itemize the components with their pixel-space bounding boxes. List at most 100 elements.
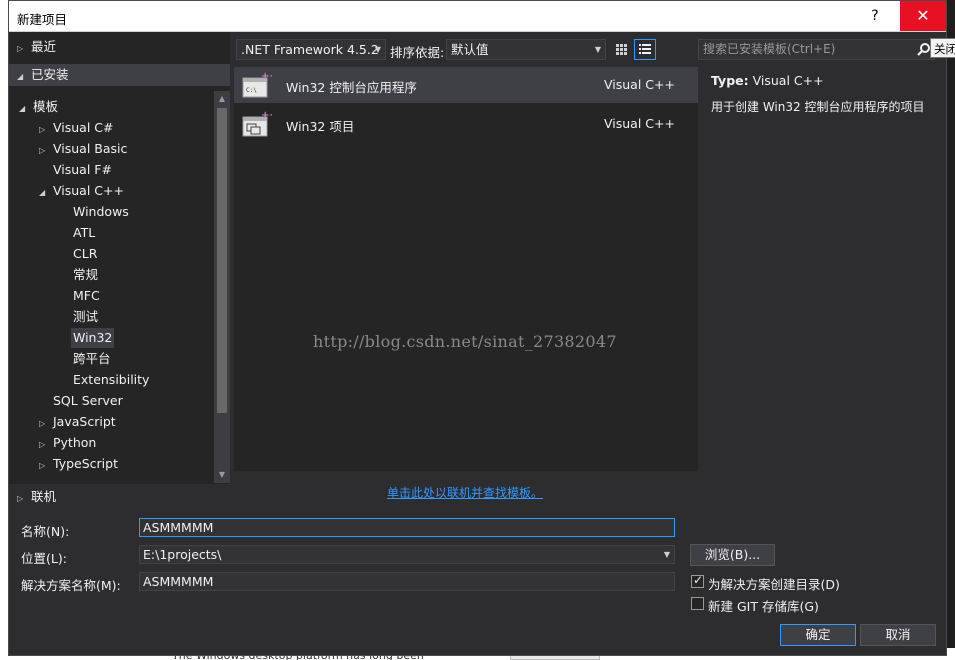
browse-button[interactable]: 浏览(B)... [690,544,775,566]
tree-item-test[interactable]: 测试 [73,307,98,327]
detail-type-label: Type: [711,73,749,88]
tree-item-label: Python [53,435,97,450]
expand-arrow-icon: ▷ [39,146,46,155]
tree-item-cross-platform[interactable]: 跨平台 [73,349,111,369]
expand-arrow-icon: ▷ [39,461,46,470]
svg-text:C:\: C:\ [246,87,257,94]
new-project-dialog: 新建项目 ? ✕ ▷ 最近 ◢ 已安装 ◢ 模板 ▷ Visual C# ▷ Visual… [8,0,947,656]
tree-scrollbar[interactable]: ▲ ▼ [214,91,230,483]
tree-item-label: Visual Basic [53,141,128,156]
template-name: Win32 控制台应用程序 [286,80,417,95]
sort-dropdown[interactable]: 默认值 ▼ [446,39,606,60]
framework-dropdown[interactable]: .NET Framework 4.5.2 ▼ [236,39,386,60]
tree-item-javascript[interactable]: ▷ JavaScript [39,412,116,432]
tree-item-label: Windows [73,204,129,219]
tree-item-label: SQL Server [53,393,123,408]
chevron-down-icon[interactable]: ▼ [664,546,670,563]
ok-button[interactable]: 确定 [780,624,856,646]
tree-item-clr[interactable]: CLR [73,244,97,264]
sort-label: 排序依据: [390,45,445,60]
tree-item-label: Extensibility [73,372,150,387]
tree-item-mfc[interactable]: MFC [73,286,100,306]
tree-section-online[interactable]: ▷ 联机 [9,486,230,508]
category-tree: ▷ 最近 ◢ 已安装 ◢ 模板 ▷ Visual C# ▷ Visual Basic Vi… [9,32,230,484]
solution-name-input[interactable]: ASMMMMM [139,572,675,591]
tree-item-label: MFC [73,288,100,303]
git-repo-label[interactable]: 新建 GIT 存储库(G) [708,596,819,615]
tree-item-label: 跨平台 [73,351,111,366]
checkmark-icon: ✓ [693,573,704,587]
tree-section-label: 已安装 [31,67,69,82]
tree-item-label: 模板 [33,99,59,114]
detail-type: Type: Visual C++ [711,73,824,88]
grid-view-button[interactable] [610,39,632,60]
tree-item-sql-server[interactable]: SQL Server [53,391,123,411]
name-input[interactable]: ASMMMMM [139,518,675,537]
tree-item-typescript[interactable]: ▷ TypeScript [39,454,118,474]
search-input[interactable]: 搜索已安装模板(Ctrl+E) [698,39,935,60]
collapse-arrow-icon: ◢ [39,188,46,197]
tree-item-label: 常规 [73,267,99,282]
tree-item-label: CLR [73,246,98,261]
tree-section-label: 联机 [31,489,57,504]
collapse-arrow-icon: ◢ [17,72,24,81]
detail-type-value: Visual C++ [752,73,824,88]
detail-description: 用于创建 Win32 控制台应用程序的项目 [711,100,925,114]
tree-item-win32[interactable]: Win32 [71,328,115,348]
online-templates-link[interactable]: 单击此处以联机并查找模板。 [387,484,543,501]
chevron-down-icon: ▼ [374,45,381,54]
tree-item-atl[interactable]: ATL [73,223,95,243]
tree-item-label: Win32 [73,330,113,345]
git-repo-checkbox[interactable] [691,597,704,610]
location-combo[interactable]: E:\1projects\ ▼ [139,545,675,564]
solution-name-label: 解决方案名称(M): [21,578,121,593]
svg-text:++: ++ [261,71,272,82]
tree-item-visual-csharp[interactable]: ▷ Visual C# [39,118,114,138]
scrollbar-thumb[interactable] [217,108,227,413]
tree-item-windows[interactable]: Windows [73,202,129,222]
scroll-up-icon[interactable]: ▲ [214,91,230,107]
tree-item-visual-cpp[interactable]: ◢ Visual C++ [39,181,124,201]
close-tooltip: 关闭 [930,38,955,58]
search-icon[interactable] [917,42,931,56]
template-item-console-app[interactable]: C:\ ++ Win32 控制台应用程序 Visual C++ [234,67,698,103]
chevron-down-icon: ▼ [594,45,601,54]
collapse-arrow-icon: ◢ [19,104,26,113]
list-view-button[interactable] [634,39,656,60]
tree-item-extensibility[interactable]: Extensibility [73,370,149,390]
template-language: Visual C++ [604,116,675,131]
svg-text:++: ++ [261,110,272,121]
template-name: Win32 项目 [286,119,355,134]
tree-item-label: JavaScript [53,414,116,429]
grid-view-icon [616,44,627,55]
tree-item-label: Visual C# [53,120,114,135]
name-label: 名称(N): [21,524,70,539]
location-value: E:\1projects\ [143,547,222,562]
create-directory-label[interactable]: 为解决方案创建目录(D) [708,574,840,593]
help-button[interactable]: ? [860,1,890,31]
tree-item-general[interactable]: 常规 [73,265,98,285]
close-button[interactable]: ✕ [900,1,946,31]
expand-arrow-icon: ▷ [39,419,46,428]
tree-item-templates[interactable]: ◢ 模板 [19,97,58,117]
scroll-down-icon[interactable]: ▼ [214,467,230,483]
template-list: C:\ ++ Win32 控制台应用程序 Visual C++ ++ Win32… [234,67,698,471]
tree-item-visual-basic[interactable]: ▷ Visual Basic [39,139,127,159]
template-language: Visual C++ [604,77,675,92]
title-bar: 新建项目 ? ✕ [9,1,946,32]
tree-section-installed[interactable]: ◢ 已安装 [9,64,230,86]
tree-item-label: 测试 [73,309,99,324]
tree-item-python[interactable]: ▷ Python [39,433,96,453]
sort-value: 默认值 [451,42,489,57]
tree-item-label: ATL [73,225,96,240]
console-app-icon: C:\ ++ [242,71,272,98]
watermark: http://blog.csdn.net/sinat_27382047 [313,332,617,351]
tree-section-label: 最近 [31,39,57,54]
cancel-button[interactable]: 取消 [860,624,936,646]
tree-section-recent[interactable]: ▷ 最近 [9,36,230,58]
template-item-win32-project[interactable]: ++ Win32 项目 Visual C++ [234,106,698,142]
dialog-title: 新建项目 [17,12,68,27]
tree-item-label: TypeScript [53,456,118,471]
tree-item-visual-fsharp[interactable]: Visual F# [53,160,112,180]
create-directory-checkbox[interactable]: ✓ [691,573,704,588]
